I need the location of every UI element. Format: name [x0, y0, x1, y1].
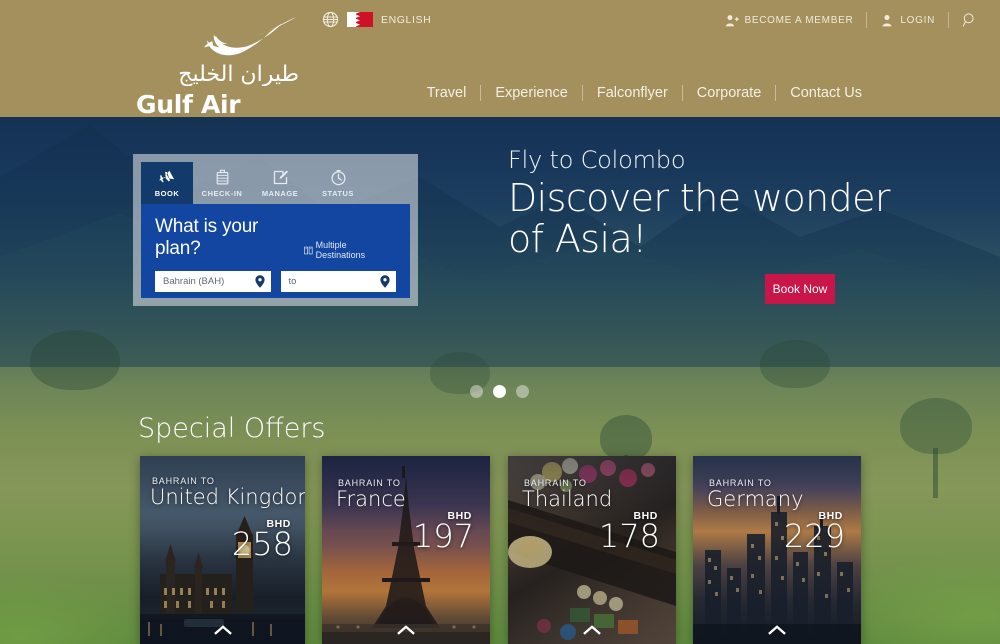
offer-destination: France: [336, 487, 406, 511]
utility-nav: BECOME A MEMBER LOGIN: [712, 12, 982, 28]
offer-card-germany[interactable]: BAHRAIN TO Germany BHD 229: [693, 456, 861, 644]
tab-check-in[interactable]: CHECK-IN: [193, 162, 251, 204]
carousel-dot-1[interactable]: [470, 385, 483, 398]
destination-field[interactable]: to: [280, 271, 396, 292]
chevron-up-icon[interactable]: [583, 624, 601, 635]
gulf-air-arabic-wordmark: طيران الخليج: [178, 62, 299, 86]
tab-book[interactable]: BOOK: [141, 162, 193, 204]
book-now-button[interactable]: Book Now: [765, 274, 835, 304]
hero-text-block: Fly to Colombo Discover the wonder of As…: [508, 146, 891, 261]
language-selector[interactable]: ENGLISH: [322, 11, 431, 28]
offer-price: 258: [231, 525, 293, 563]
offer-destination: United Kingdom: [150, 485, 305, 509]
suitcase-icon: [216, 169, 228, 184]
hero-eyebrow: Fly to Colombo: [508, 146, 686, 174]
offer-destination: Thailand: [522, 487, 613, 511]
booking-tabs: BOOK CHECK-IN MANAGE STATUS: [141, 162, 410, 204]
chevron-up-icon[interactable]: [397, 624, 415, 635]
tab-status[interactable]: STATUS: [309, 162, 367, 204]
special-offers-title: Special Offers: [138, 413, 326, 444]
map-pin-icon: [254, 275, 265, 288]
site-header: ENGLISH BECOME A MEMBER LOGIN طيران الخل…: [0, 0, 1000, 119]
login-button[interactable]: LOGIN: [867, 12, 949, 28]
search-icon: [962, 13, 974, 27]
nav-item-travel[interactable]: Travel: [413, 85, 482, 101]
route-fields: Bahrain (BAH) to: [155, 271, 396, 292]
become-a-member-label: BECOME A MEMBER: [744, 14, 854, 26]
tab-manage[interactable]: MANAGE: [251, 162, 309, 204]
search-button[interactable]: [949, 12, 982, 28]
nav-item-contact-us[interactable]: Contact Us: [776, 85, 862, 101]
map-pin-icon: [380, 275, 390, 288]
carousel-pagination: [470, 385, 529, 398]
tab-book-label: BOOK: [154, 188, 180, 198]
svg-text:طيران الخليج: طيران الخليج: [178, 62, 299, 86]
login-label: LOGIN: [900, 14, 935, 26]
airplane-icon: [158, 170, 174, 183]
become-a-member-button[interactable]: BECOME A MEMBER: [712, 12, 868, 28]
offer-price: 197: [412, 517, 474, 555]
offer-price: 178: [598, 517, 660, 555]
hero-headline-line-1: Discover the wonder: [508, 176, 891, 220]
hero-headline: Discover the wonder of Asia!: [508, 176, 891, 261]
carousel-dot-2[interactable]: [493, 385, 506, 398]
bahrain-flag-icon: [347, 12, 373, 27]
origin-field[interactable]: Bahrain (BAH): [155, 271, 271, 292]
language-label: ENGLISH: [381, 13, 432, 26]
offer-card-united-kingdom[interactable]: BAHRAIN TO United Kingdom BHD 258: [140, 456, 305, 644]
gulf-air-wordmark: Gulf Air: [136, 90, 241, 119]
tab-check-in-label: CHECK-IN: [201, 188, 243, 198]
main-navigation: Travel Experience Falconflyer Corporate …: [413, 80, 1000, 106]
multiple-destinations-label: Multiple Destinations: [315, 240, 366, 260]
multi-city-icon: [304, 246, 313, 254]
offer-card-france[interactable]: BAHRAIN TO France BHD 197: [322, 456, 490, 644]
user-icon: [882, 14, 892, 26]
booking-panel: What is your plan? Multiple Destinations…: [141, 204, 410, 298]
offer-price: 229: [783, 517, 845, 555]
destination-placeholder: to: [288, 276, 297, 287]
hero-headline-line-2: of Asia!: [508, 217, 647, 261]
booking-widget: BOOK CHECK-IN MANAGE STATUS What is your…: [133, 154, 418, 306]
tab-status-label: STATUS: [322, 188, 354, 198]
user-plus-icon: [725, 14, 739, 26]
chevron-up-icon[interactable]: [768, 624, 786, 635]
chevron-up-icon[interactable]: [213, 624, 232, 635]
page-root: ENGLISH BECOME A MEMBER LOGIN طيران الخل…: [0, 0, 1000, 644]
multiple-destinations-link[interactable]: Multiple Destinations: [304, 240, 396, 260]
nav-item-corporate[interactable]: Corporate: [683, 85, 777, 101]
offer-destination: Germany: [707, 487, 804, 511]
origin-value: Bahrain (BAH): [163, 276, 225, 287]
tab-manage-label: MANAGE: [261, 188, 299, 198]
edit-note-icon: [273, 170, 288, 184]
offer-card-thailand[interactable]: BAHRAIN TO Thailand BHD 178: [508, 456, 676, 644]
carousel-dot-3[interactable]: [516, 385, 529, 398]
clock-icon: [330, 169, 346, 185]
nav-item-experience[interactable]: Experience: [481, 85, 583, 101]
globe-icon: [322, 11, 339, 28]
gulf-air-logo[interactable]: طيران الخليج Gulf Air: [136, 14, 306, 119]
booking-panel-header: What is your plan? Multiple Destinations: [155, 216, 396, 260]
nav-item-falconflyer[interactable]: Falconflyer: [583, 85, 683, 101]
plan-question: What is your plan?: [155, 216, 259, 259]
